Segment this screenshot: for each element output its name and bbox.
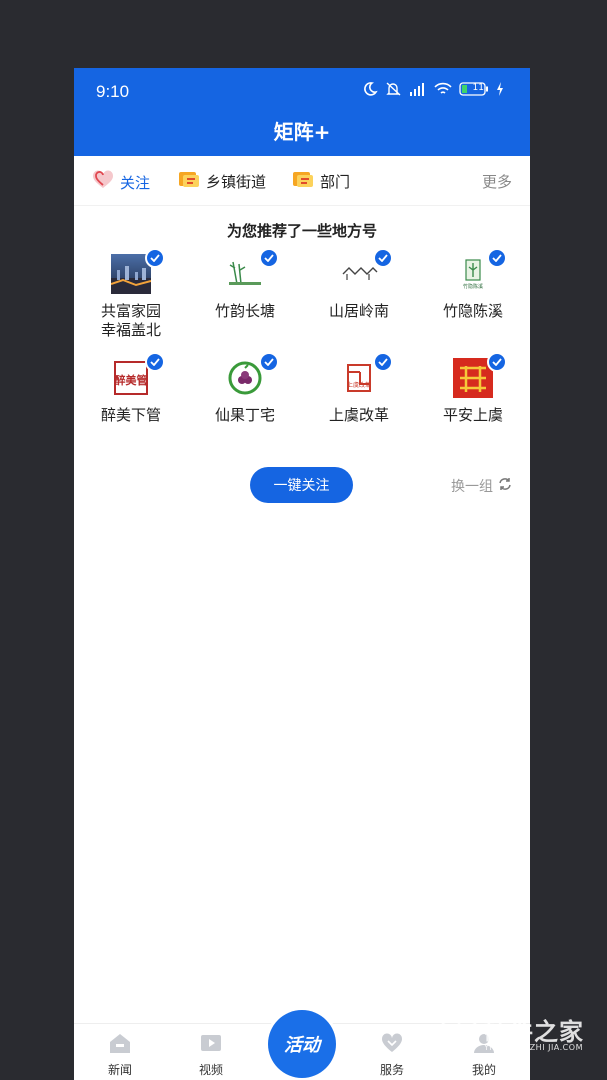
- account-name: 竹韵长塘: [214, 302, 275, 320]
- battery-level: 11: [472, 83, 484, 93]
- activity-label: 活动: [284, 1035, 320, 1056]
- account-item[interactable]: 竹隐陈溪 竹隐陈溪: [416, 248, 530, 321]
- green-logo: 竹隐陈溪: [453, 248, 507, 294]
- check-icon[interactable]: [145, 352, 165, 372]
- check-icon[interactable]: [259, 352, 279, 372]
- follow-all-button[interactable]: 一键关注: [250, 467, 353, 503]
- nav-activity[interactable]: 活动: [268, 1010, 336, 1078]
- recommend-title: 为您推荐了一些地方号: [226, 222, 377, 240]
- refresh-button[interactable]: 换一组: [451, 476, 512, 496]
- app-header: 9:10 11 矩阵+: [74, 68, 530, 156]
- svg-text:上虞改革: 上虞改革: [347, 381, 371, 389]
- account-name: 山居岭南: [328, 302, 389, 320]
- refresh-label: 换一组: [451, 479, 493, 495]
- account-item[interactable]: 平安上虞: [416, 352, 530, 425]
- bamboo-logo: [225, 248, 279, 294]
- check-icon[interactable]: [487, 352, 507, 372]
- heart-icon: [362, 1032, 422, 1057]
- city-photo: [110, 248, 165, 294]
- nav-news[interactable]: 新闻: [90, 1032, 150, 1078]
- tab-follow[interactable]: 关注: [92, 170, 150, 194]
- check-icon[interactable]: [145, 248, 165, 268]
- account-name: 平安上虞: [442, 406, 503, 424]
- account-name: 共富家园幸福盖北: [100, 302, 161, 339]
- page-title: 矩阵+: [273, 120, 331, 144]
- account-item[interactable]: 上虞改革 上虞改革: [302, 352, 416, 425]
- account-name: 醉美下管: [100, 406, 161, 424]
- tab-township[interactable]: 乡镇街道: [178, 170, 266, 192]
- account-item[interactable]: 山居岭南: [302, 248, 416, 321]
- red-seal-logo: 上虞改革: [339, 352, 393, 398]
- home-icon: [90, 1032, 150, 1057]
- check-icon[interactable]: [487, 248, 507, 268]
- tab-label: 乡镇街道: [206, 172, 267, 191]
- tab-department[interactable]: 部门: [292, 170, 350, 192]
- signal-icon: [409, 82, 427, 96]
- wifi-icon: [434, 82, 452, 96]
- tag-icon: [292, 170, 314, 192]
- moon-icon: [362, 81, 378, 97]
- nav-label: 新闻: [107, 1063, 132, 1077]
- nav-label: 我的: [471, 1063, 496, 1077]
- refresh-icon: [498, 477, 512, 495]
- mute-icon: [385, 81, 402, 97]
- charging-icon: [496, 82, 504, 96]
- account-name: 上虞改革: [328, 406, 389, 424]
- account-item[interactable]: 仙果丁宅: [188, 352, 302, 425]
- seal-logo: 醉美管: [111, 352, 165, 398]
- red-square-logo: [453, 352, 507, 398]
- account-item[interactable]: 醉美管 醉美下管: [74, 352, 188, 425]
- fruit-logo: [225, 352, 279, 398]
- status-time: 9:10: [96, 82, 130, 101]
- check-icon[interactable]: [259, 248, 279, 268]
- check-icon[interactable]: [373, 248, 393, 268]
- watermark-logo-icon: [440, 1012, 478, 1058]
- nav-service[interactable]: 服务: [362, 1032, 422, 1078]
- heart-icon: [92, 170, 114, 194]
- tab-label: 部门: [320, 172, 351, 191]
- house-logo: [339, 248, 393, 294]
- tab-label: 关注: [120, 173, 151, 192]
- phone-screen: 9:10 11 矩阵+ 关注 乡镇街道 部门 更多 为您推荐了一些地方号 共富家…: [74, 68, 530, 1080]
- nav-video[interactable]: 视频: [181, 1032, 241, 1078]
- video-icon: [181, 1032, 241, 1057]
- account-item[interactable]: 共富家园幸福盖北: [74, 248, 188, 340]
- svg-text:竹隐陈溪: 竹隐陈溪: [463, 283, 483, 290]
- nav-label: 视频: [198, 1063, 223, 1077]
- account-item[interactable]: 竹韵长塘: [188, 248, 302, 321]
- status-icons: 11: [362, 81, 504, 97]
- watermark-text: 硬件之家: [484, 1018, 584, 1046]
- check-icon[interactable]: [373, 352, 393, 372]
- account-name: 竹隐陈溪: [442, 302, 503, 320]
- watermark: 硬件之家 YING JIAN ZHI JIA.COM: [440, 1010, 600, 1060]
- svg-text:醉美管: 醉美管: [115, 373, 148, 387]
- nav-label: 服务: [379, 1063, 404, 1077]
- more-link[interactable]: 更多: [482, 171, 512, 192]
- channel-tabs: 关注 乡镇街道 部门 更多: [74, 156, 530, 206]
- watermark-subtext: YING JIAN ZHI JIA.COM: [484, 1043, 583, 1052]
- account-name: 仙果丁宅: [214, 406, 275, 424]
- tag-icon: [178, 170, 200, 192]
